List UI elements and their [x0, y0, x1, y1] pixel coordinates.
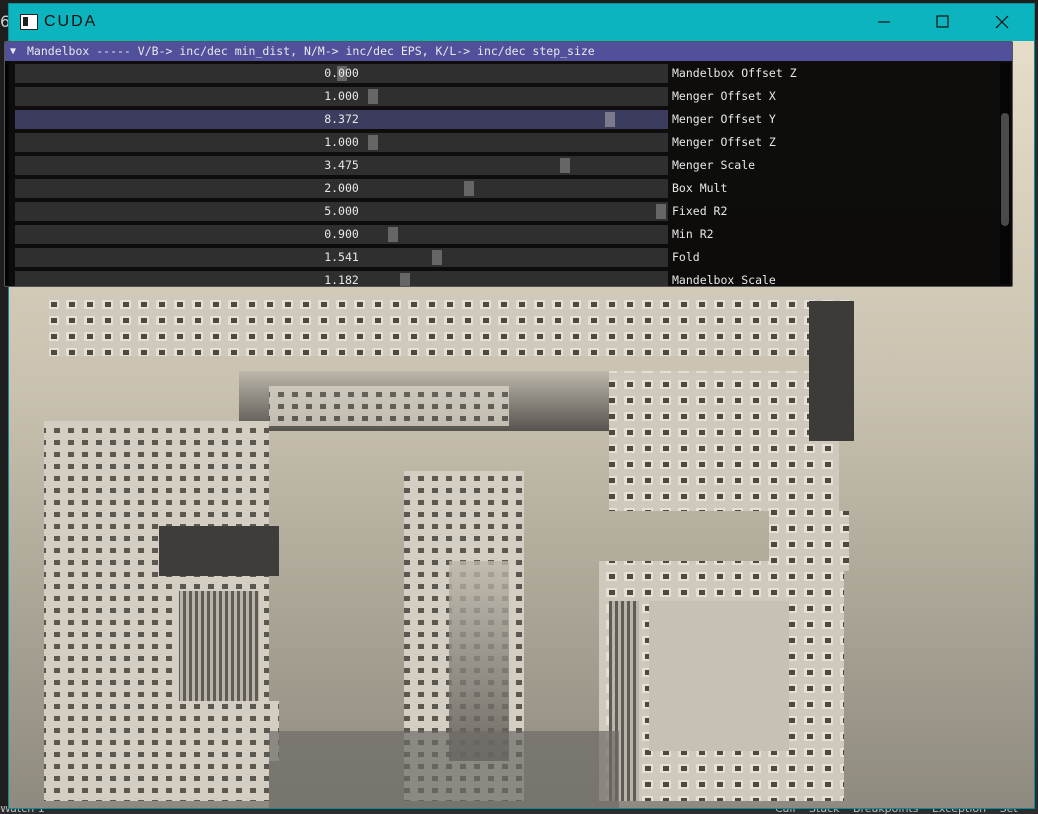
slider-label: Mandelbox Scale — [672, 273, 776, 287]
panel-scrollbar[interactable] — [1000, 63, 1010, 284]
maximize-button[interactable] — [914, 4, 973, 41]
window-title: CUDA — [44, 13, 98, 30]
slider-label: Min R2 — [672, 227, 714, 241]
slider-label: Mandelbox Offset Z — [672, 66, 797, 80]
slider-value: 3.475 — [324, 158, 359, 172]
slider-label: Menger Scale — [672, 158, 756, 172]
background-strip — [1034, 40, 1038, 806]
imgui-panel: ▼ Mandelbox ----- V/B-> inc/dec min_dist… — [4, 41, 1013, 287]
slider-value: 0.900 — [324, 227, 359, 241]
slider-label: Menger Offset X — [672, 89, 776, 103]
slider-value: 1.000 — [324, 135, 359, 149]
scrollbar-thumb[interactable] — [1001, 113, 1009, 226]
panel-title: Mandelbox ----- V/B-> inc/dec min_dist, … — [27, 44, 595, 58]
slider-label: Menger Offset Y — [672, 112, 776, 126]
slider-value: 1.182 — [324, 273, 359, 287]
slider-label: Menger Offset Z — [672, 135, 776, 149]
minimize-button[interactable] — [855, 4, 914, 41]
minimize-icon — [878, 21, 890, 23]
slider-label: Box Mult — [672, 181, 728, 195]
slider-value: 2.000 — [324, 181, 359, 195]
app-icon — [20, 14, 38, 30]
slider-value: 8.372 — [324, 112, 359, 126]
slider-value: 5.000 — [324, 204, 359, 218]
close-icon — [995, 15, 1009, 29]
slider-label: Fold — [672, 250, 700, 264]
panel-header[interactable]: ▼ Mandelbox ----- V/B-> inc/dec min_dist… — [5, 42, 1012, 61]
title-bar[interactable]: CUDA — [9, 4, 1034, 41]
close-button[interactable] — [973, 4, 1032, 41]
slider-value: 1.541 — [324, 250, 359, 264]
slider-label: Fixed R2 — [672, 204, 728, 218]
slider-value: 1.000 — [324, 89, 359, 103]
maximize-icon — [936, 15, 949, 28]
slider-value: 0.000 — [324, 66, 359, 80]
collapse-arrow-icon[interactable]: ▼ — [10, 42, 16, 61]
